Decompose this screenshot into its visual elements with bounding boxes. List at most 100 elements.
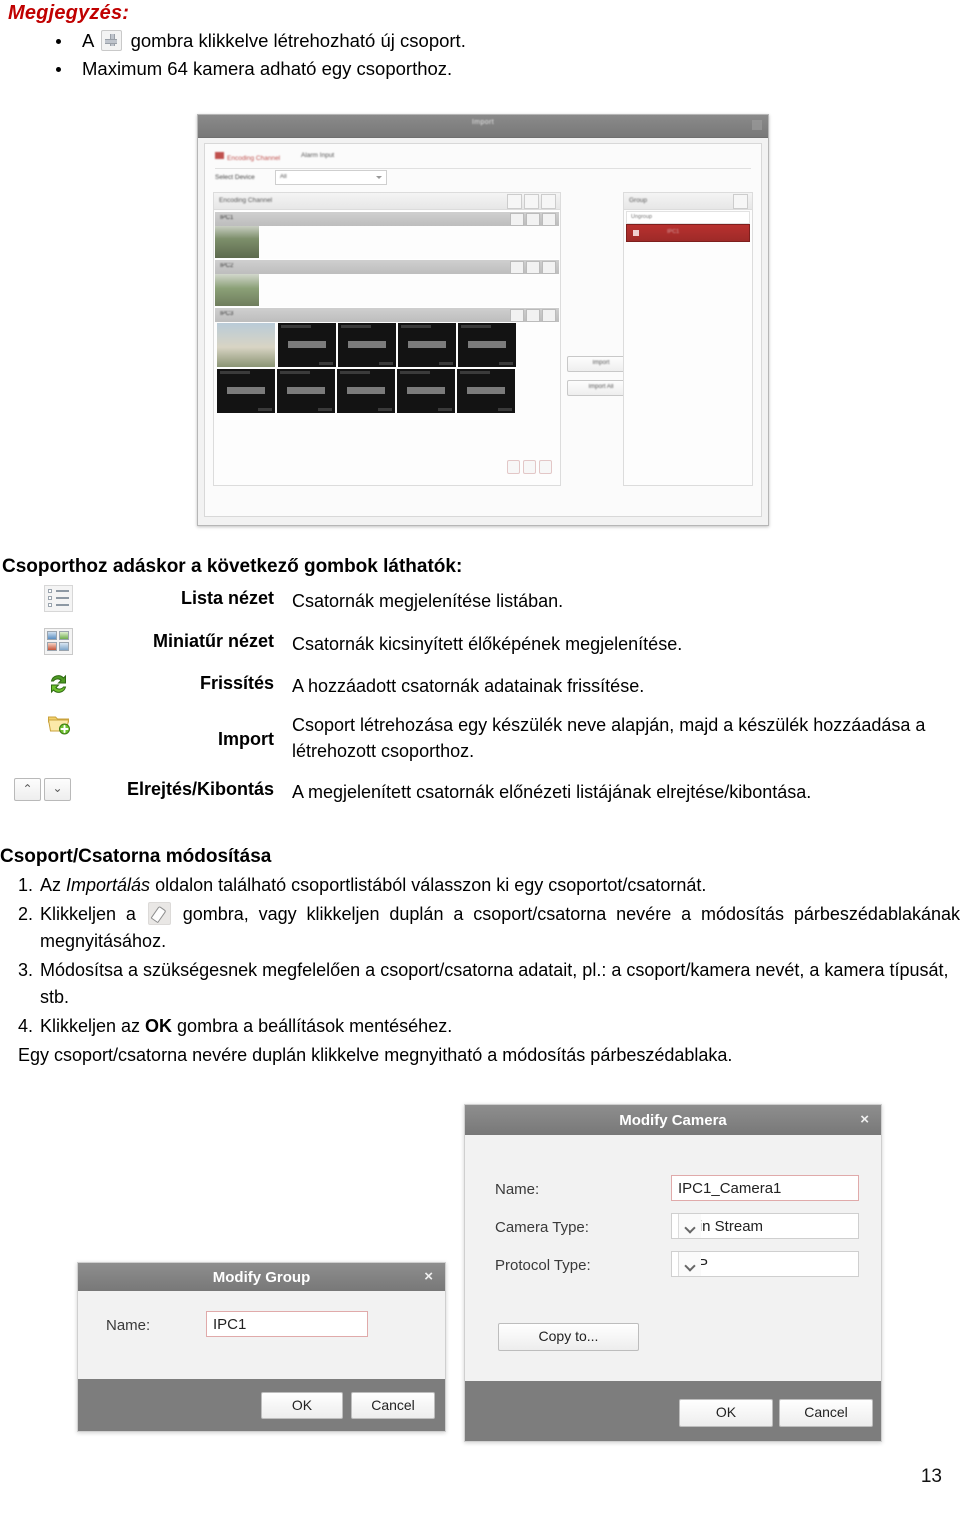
modify-closing-text: Egy csoport/csatorna nevére duplán klikk…: [18, 1045, 733, 1065]
expand-button-icon: ⌄: [44, 778, 71, 801]
group-list-item-selected-label: IPC1: [667, 229, 680, 235]
ok-button[interactable]: OK: [679, 1399, 773, 1427]
thumbnail-view-toggle-icon: [523, 460, 536, 474]
button-name: Miniatűr nézet: [152, 631, 274, 651]
camera-thumbnail-offline: [278, 323, 336, 367]
camera-thumbnail-offline: [217, 369, 275, 413]
step-4-part-a: Klikkeljen az: [40, 1016, 146, 1036]
name-field[interactable]: IPC1_Camera1: [671, 1175, 859, 1201]
encoding-channel-panel: Encoding Channel IPC1 IPC2 IPC3: [213, 192, 561, 486]
group-folder-icon: [633, 230, 639, 236]
name-field-value: IPC1_Camera1: [678, 1180, 782, 1197]
button-description: Csoport létrehozása egy készülék neve al…: [292, 715, 926, 761]
step-1-part-a: Az: [40, 875, 67, 895]
select-device-dropdown: All: [275, 170, 387, 185]
screenshot-window-title: Import: [471, 119, 495, 126]
modify-group-titlebar: Modify Group ×: [78, 1263, 445, 1291]
ok-button[interactable]: OK: [261, 1392, 343, 1419]
list-view-toggle-icon: [507, 460, 520, 474]
group-row-ipc1-label: IPC1: [220, 215, 234, 221]
group-list-item-ungroup: Ungroup: [626, 211, 750, 224]
step-2-part-c: gombra, vagy klikkeljen duplán a csoport…: [40, 904, 960, 951]
row-refresh-icon: [510, 213, 524, 226]
table-row: Miniatűr nézet Csatornák kicsinyített él…: [0, 628, 960, 672]
icon-cell: [28, 628, 88, 660]
step-4-ok-bold: OK: [145, 1016, 173, 1036]
select-device-label: Select Device: [215, 174, 255, 181]
modify-group-body: Name: IPC1: [78, 1291, 445, 1379]
step-3-number: 3.: [18, 960, 34, 980]
button-description: Csatornák megjelenítése listában.: [292, 591, 564, 611]
step-4: 4. Klikkeljen az OK gombra a beállítások…: [0, 1013, 960, 1040]
group-list-item-ungroup-label: Ungroup: [631, 214, 653, 220]
collapse-expand-icon: ⌃ ⌄: [14, 778, 74, 801]
screenshot-close-icon: [752, 120, 762, 130]
close-icon[interactable]: ×: [860, 1111, 869, 1128]
protocol-type-label: Protocol Type:: [495, 1257, 591, 1274]
modify-camera-body: Name: IPC1_Camera1 Camera Type: Main Str…: [465, 1135, 881, 1381]
note-bullet-list: A gombra klikkelve létrehozható új csopo…: [46, 28, 766, 84]
modify-group-footer: OK Cancel: [78, 1379, 445, 1431]
chevron-down-icon[interactable]: [678, 1214, 701, 1238]
panel-header-buttons: [505, 194, 556, 212]
screenshot-titlebar: Import: [198, 115, 768, 138]
cancel-button-label: Cancel: [371, 1397, 415, 1413]
import-window-screenshot: Import Encoding Channel Alarm Input Sele…: [197, 114, 769, 526]
camera-thumbnail-offline: [457, 369, 515, 413]
expand-toggle-icon: [539, 460, 552, 474]
icon-cell: [28, 712, 88, 741]
group-name-field[interactable]: IPC1: [206, 1311, 368, 1337]
camera-thumbnail: [217, 323, 276, 367]
name-label: Name:: [495, 1181, 540, 1198]
close-icon[interactable]: ×: [424, 1268, 433, 1285]
thumbnail-view-icon: [43, 628, 73, 655]
step-2-text: Klikkeljen a gombra, vagy klikkeljen dup…: [18, 901, 960, 955]
encoding-channel-panel-title: Encoding Channel: [219, 197, 273, 204]
step-3-text: Módosítsa a szükségesnek megfelelően a c…: [40, 960, 949, 1007]
row-import-icon: [526, 261, 540, 274]
copy-to-button-label: Copy to...: [538, 1328, 599, 1344]
copy-to-button[interactable]: Copy to...: [498, 1323, 639, 1351]
step-4-part-c: gombra a beállítások mentéséhez.: [172, 1016, 453, 1036]
camera-thumbnail-offline: [277, 369, 335, 413]
plus-in-box-icon: [101, 30, 123, 51]
camera-type-select[interactable]: Main Stream: [671, 1213, 859, 1239]
group-row-ipc1: IPC1: [215, 211, 559, 226]
icon-cell: [28, 672, 88, 701]
table-row: ⌃ ⌄ Elrejtés/Kibontás A megjelenített csa…: [0, 776, 960, 816]
screenshot-tabs: Encoding Channel Alarm Input: [215, 152, 751, 169]
button-description: A megjelenített csatornák előnézeti list…: [292, 782, 812, 802]
table-row: Import Csoport létrehozása egy készülék …: [0, 710, 960, 776]
chevron-down-icon[interactable]: [678, 1252, 701, 1276]
step-4-number: 4.: [18, 1016, 34, 1036]
row-collapse-icon: [542, 261, 556, 274]
row-refresh-icon: [510, 261, 524, 274]
modify-section-heading: Csoport/Csatorna módosítása: [0, 846, 272, 867]
note-bullet-1: A gombra klikkelve létrehozható új csopo…: [46, 28, 766, 54]
screenshot-tab-alarm-input: Alarm Input: [301, 152, 334, 159]
protocol-type-select[interactable]: TCP: [671, 1251, 859, 1277]
panel-btn-a-icon: [507, 194, 522, 209]
step-1-part-c: oldalon található csoportlistából válass…: [150, 875, 707, 895]
group-panel: Group Ungroup IPC1: [623, 192, 753, 486]
cancel-button[interactable]: Cancel: [351, 1392, 435, 1419]
button-name: Elrejtés/Kibontás: [126, 779, 274, 799]
modify-camera-title: Modify Camera: [619, 1112, 727, 1129]
collapse-button-icon: ⌃: [14, 778, 41, 801]
row-import-icon: [526, 309, 540, 322]
modify-closing-note: Egy csoport/csatorna nevére duplán klikk…: [0, 1042, 960, 1069]
modify-group-title: Modify Group: [212, 1269, 311, 1286]
group-row-ipc2-label: IPC2: [220, 263, 234, 269]
note-bullet-2-text: Maximum 64 kamera adható egy csoporthoz.: [82, 58, 453, 79]
button-description: Csatornák kicsinyített élőképének megjel…: [292, 634, 683, 654]
note-bullet-2: Maximum 64 kamera adható egy csoporthoz.: [46, 56, 766, 82]
cancel-button[interactable]: Cancel: [779, 1399, 873, 1427]
camera-thumbnail-offline: [458, 323, 516, 367]
group-panel-title: Group: [629, 197, 648, 204]
panel-btn-c-icon: [541, 194, 556, 209]
camera-thumbnail-offline: [398, 323, 456, 367]
button-name: Import: [218, 729, 274, 749]
step-1-text: Az Importálás oldalon található csoportl…: [18, 872, 960, 899]
step-2-part-a: Klikkeljen a: [40, 904, 146, 924]
list-view-icon: [43, 585, 73, 612]
